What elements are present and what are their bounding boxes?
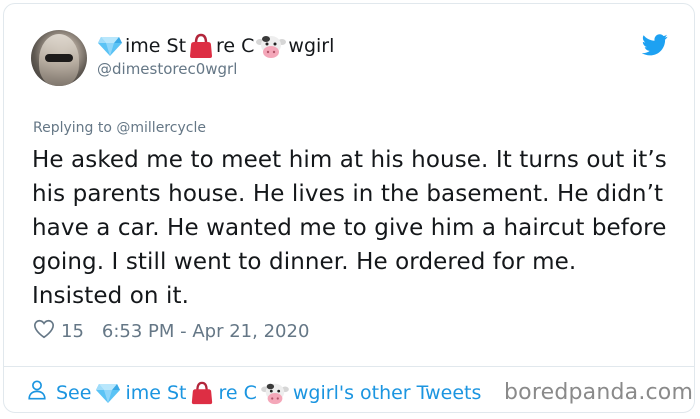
watermark: boredpanda.com — [504, 380, 694, 405]
tweet-text: He asked me to meet him at his house. It… — [32, 147, 667, 309]
divider — [3, 366, 695, 367]
display-name-part-3: wgirl — [288, 35, 335, 57]
display-name-part-2: re C — [216, 35, 255, 57]
avatar[interactable] — [31, 30, 87, 86]
tweet-timestamp[interactable]: 6:53 PM - Apr 21, 2020 — [102, 321, 309, 342]
twitter-bird-icon[interactable] — [641, 34, 668, 56]
display-name-part-1: ime St — [125, 35, 187, 57]
display-name[interactable]: ime St re C wgirl — [97, 33, 334, 59]
handbag-emoji — [188, 33, 214, 59]
tweet-meta: 15 6:53 PM - Apr 21, 2020 — [33, 318, 309, 345]
see-other-tweets-link[interactable]: See ime St re C wgirl's other Tweets — [26, 379, 481, 406]
footer-name-part-1: ime St — [125, 381, 187, 404]
handbag-emoji — [190, 381, 214, 405]
person-icon — [26, 379, 52, 406]
like-count: 15 — [61, 321, 84, 342]
footer-name-part-3: wgirl's other Tweets — [292, 381, 482, 404]
replying-to: Replying to @millercycle — [33, 120, 206, 136]
cow-face-emoji — [256, 33, 287, 59]
replying-mention[interactable]: @millercycle — [116, 120, 206, 136]
avatar-glasses — [45, 54, 73, 62]
diamond-emoji — [97, 35, 123, 57]
diamond-emoji — [95, 382, 121, 404]
cow-face-emoji — [261, 381, 289, 405]
footer-name-part-2: re C — [218, 381, 257, 404]
heart-icon[interactable] — [33, 318, 55, 345]
user-handle[interactable]: @dimestorec0wgrl — [97, 60, 237, 78]
see-prefix: See — [56, 381, 92, 404]
replying-prefix: Replying to — [33, 120, 112, 136]
